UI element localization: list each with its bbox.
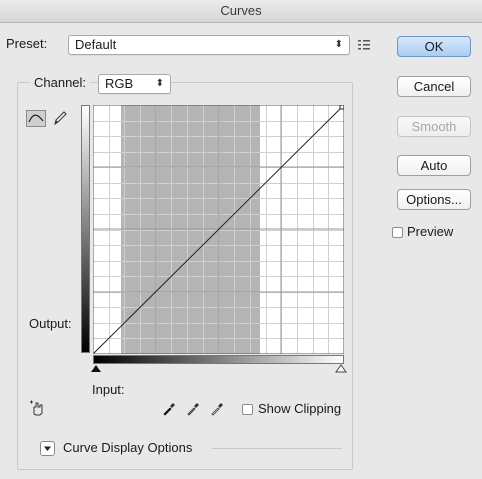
channel-label: Channel: xyxy=(30,75,91,90)
gray-point-eyedropper-icon[interactable] xyxy=(186,402,200,416)
disclosure-triangle-icon xyxy=(44,446,51,451)
show-clipping-checkbox[interactable] xyxy=(242,404,253,415)
channel-select[interactable]: RGB ⬍ xyxy=(98,74,171,94)
select-arrows-icon: ⬍ xyxy=(155,78,164,89)
cancel-button[interactable]: Cancel xyxy=(397,76,471,97)
curve-display-options-label: Curve Display Options xyxy=(63,440,193,455)
window-title: Curves xyxy=(0,0,482,23)
preset-options-icon[interactable] xyxy=(357,38,371,52)
ok-button[interactable]: OK xyxy=(397,36,471,57)
preset-label: Preset: xyxy=(6,36,48,51)
preview-label: Preview xyxy=(407,224,454,239)
input-label: Input: xyxy=(92,382,125,397)
pencil-tool-icon[interactable] xyxy=(52,109,68,127)
preset-select[interactable]: Default ⬍ xyxy=(68,35,350,55)
smooth-button[interactable]: Smooth xyxy=(397,116,471,137)
white-point-slider-icon[interactable] xyxy=(335,364,347,373)
curve-endpoint[interactable] xyxy=(339,105,344,110)
black-point-slider-icon[interactable] xyxy=(90,364,102,373)
curve-point-tool-icon[interactable] xyxy=(26,110,46,127)
curve-display-options-toggle[interactable] xyxy=(40,441,55,456)
white-point-eyedropper-icon[interactable] xyxy=(210,402,224,416)
output-label: Output: xyxy=(29,316,72,331)
preset-value: Default xyxy=(75,37,117,52)
options-button[interactable]: Options... xyxy=(397,189,471,210)
targeted-adjustment-hand-icon[interactable] xyxy=(29,399,47,417)
preview-checkbox[interactable] xyxy=(392,227,403,238)
input-gradient-bar xyxy=(93,355,344,364)
auto-button[interactable]: Auto xyxy=(397,155,471,176)
output-gradient-bar xyxy=(81,105,90,353)
divider xyxy=(212,448,342,449)
select-arrows-icon: ⬍ xyxy=(334,39,343,50)
black-point-eyedropper-icon[interactable] xyxy=(162,402,176,416)
curves-graph[interactable] xyxy=(93,105,344,354)
show-clipping-label: Show Clipping xyxy=(258,401,342,416)
channel-value: RGB xyxy=(105,76,134,91)
